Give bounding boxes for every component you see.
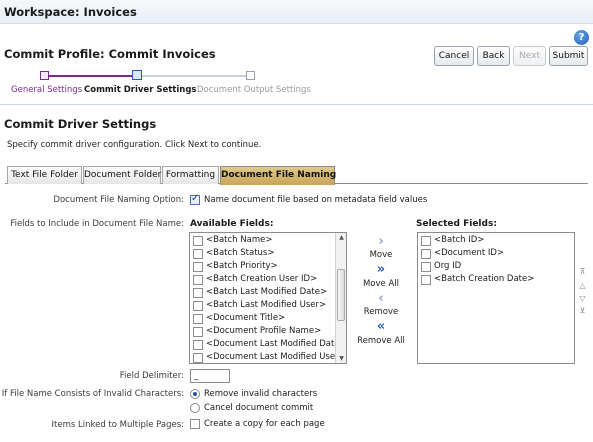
list-item-checkbox[interactable] — [421, 262, 431, 272]
section-title: Commit Driver Settings — [4, 117, 157, 131]
tab-text-file-folder[interactable]: Text File Folder — [7, 166, 82, 184]
cancel-commit-text: Cancel document commit — [204, 403, 314, 413]
available-fields-scrollbar[interactable]: ▲ ▼ — [335, 233, 346, 363]
section-instructions: Specify commit driver configuration. Cli… — [7, 140, 262, 150]
create-copy-checkbox[interactable] — [190, 419, 200, 429]
list-item-checkbox[interactable] — [193, 353, 203, 363]
create-copy-text: Create a copy for each page — [204, 419, 325, 429]
move-to-top-icon[interactable]: ⊼ — [578, 267, 587, 276]
list-item-checkbox[interactable] — [193, 340, 203, 350]
naming-option-checkbox[interactable] — [190, 193, 200, 205]
submit-button[interactable]: Submit — [549, 46, 588, 66]
train-label-document-output-settings[interactable]: Document Output Settings — [197, 85, 311, 95]
next-button[interactable]: Next — [513, 46, 546, 66]
naming-option-label: Document File Naming Option: — [53, 195, 184, 205]
delimiter-label: Field Delimiter: — [119, 371, 184, 381]
remove-icon[interactable]: ‹ — [371, 292, 391, 305]
remove-invalid-radio[interactable] — [190, 389, 200, 399]
move-button[interactable]: Move — [356, 250, 406, 260]
page-title: Commit Profile: Commit Invoices — [4, 47, 216, 61]
list-item-checkbox[interactable] — [421, 249, 431, 259]
tab-document-folder[interactable]: Document Folder — [83, 166, 161, 184]
available-fields-header: Available Fields: — [190, 219, 274, 229]
tab-formatting[interactable]: Formatting — [162, 166, 219, 184]
move-all-icon[interactable]: » — [371, 263, 391, 276]
list-item-checkbox[interactable] — [421, 236, 431, 246]
list-item-checkbox[interactable] — [193, 301, 203, 311]
cancel-button[interactable]: Cancel — [434, 46, 474, 66]
list-item-checkbox[interactable] — [421, 275, 431, 285]
tab-document-file-naming[interactable]: Document File Naming — [220, 166, 336, 185]
train-label-general-settings[interactable]: General Settings — [11, 85, 82, 95]
list-item-checkbox[interactable] — [193, 236, 203, 246]
available-fields-list[interactable]: <Batch Name> <Batch Status> <Batch Prior… — [189, 232, 347, 364]
cancel-commit-radio[interactable] — [190, 403, 200, 413]
train-stop-commit-driver-settings — [132, 70, 142, 80]
scroll-up-arrow-icon[interactable]: ▲ — [336, 234, 346, 241]
train-stop-document-output-settings[interactable] — [246, 71, 255, 80]
train-connector-upcoming — [137, 75, 250, 77]
train-label-commit-driver-settings: Commit Driver Settings — [84, 85, 197, 95]
train-stop-general-settings[interactable] — [40, 71, 49, 80]
list-item-checkbox[interactable] — [193, 262, 203, 272]
selected-fields-header: Selected Fields: — [416, 219, 497, 229]
fields-label: Fields to Include in Document File Name: — [10, 219, 184, 229]
move-all-button[interactable]: Move All — [356, 279, 406, 289]
remove-all-icon[interactable]: « — [371, 320, 391, 333]
header-separator — [0, 104, 593, 105]
list-item-checkbox[interactable] — [193, 288, 203, 298]
list-item-checkbox[interactable] — [193, 275, 203, 285]
invalid-characters-label: If File Name Consists of Invalid Charact… — [1, 389, 184, 399]
train-connector-visited — [44, 75, 137, 77]
move-icon[interactable]: › — [371, 235, 391, 248]
list-item-checkbox[interactable] — [193, 327, 203, 337]
delimiter-input[interactable]: _ — [190, 369, 230, 383]
selected-fields-list[interactable]: <Batch ID> <Document ID> Org ID <Batch C… — [417, 232, 575, 364]
workspace-title: Workspace: Invoices — [4, 5, 137, 19]
scroll-down-arrow-icon[interactable]: ▼ — [336, 355, 346, 362]
remove-invalid-text: Remove invalid characters — [204, 389, 318, 399]
help-icon[interactable]: ? — [574, 30, 589, 45]
list-item-checkbox[interactable] — [193, 314, 203, 324]
remove-button[interactable]: Remove — [356, 307, 406, 317]
linked-items-label: Items Linked to Multiple Pages: — [51, 420, 184, 430]
move-down-icon[interactable]: ▽ — [578, 294, 587, 303]
remove-all-button[interactable]: Remove All — [356, 336, 406, 346]
move-up-icon[interactable]: △ — [578, 281, 587, 290]
back-button[interactable]: Back — [477, 46, 510, 66]
move-to-bottom-icon[interactable]: ⊻ — [578, 306, 587, 315]
naming-option-text: Name document file based on metadata fie… — [204, 195, 428, 205]
list-item-checkbox[interactable] — [193, 249, 203, 259]
scrollbar-thumb[interactable] — [337, 269, 345, 321]
